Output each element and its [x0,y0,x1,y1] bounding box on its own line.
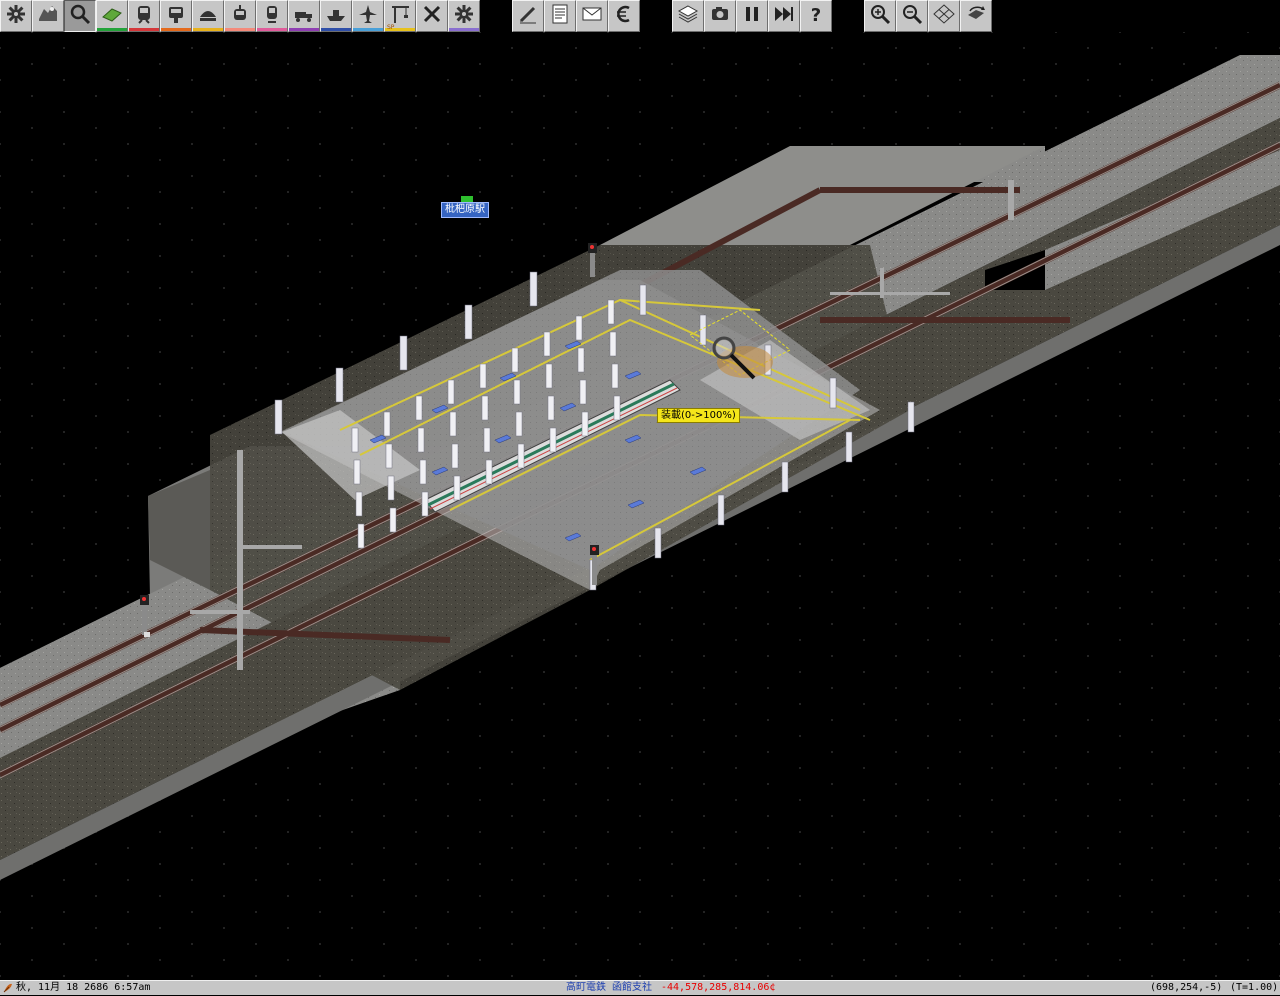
pause-icon [741,3,763,29]
list-tool-button[interactable] [544,0,576,32]
main-toolbar: SP ? [0,0,1280,32]
zoom-in-icon [869,3,891,29]
camera-tool-button[interactable] [704,0,736,32]
close-icon [421,3,443,29]
maglev-tool-button[interactable] [192,0,224,32]
station-name-label[interactable]: 枇杷原駅 [441,202,489,218]
fast-forward-tool-button[interactable] [768,0,800,32]
monorail-tool-button[interactable] [160,0,192,32]
zoom-out-tool-button[interactable] [896,0,928,32]
narrowgauge-tool-button[interactable] [256,0,288,32]
cursor-coordinates: (698,254,-5) [1150,982,1223,993]
truck-tool-button[interactable] [288,0,320,32]
list-icon [549,3,571,29]
edit-tool-button[interactable] [512,0,544,32]
zoom-out-icon [901,3,923,29]
magnifier-tool-button[interactable] [64,0,96,32]
train-icon [133,3,155,29]
euro-tool-button[interactable] [608,0,640,32]
mail-tool-button[interactable] [576,0,608,32]
settings-tool-button[interactable] [448,0,480,32]
category-color-stripe [353,28,383,31]
monorail-icon [165,3,187,29]
layers-icon [677,3,699,29]
category-color-stripe [449,28,479,31]
ship-tool-button[interactable] [320,0,352,32]
company-name: 高町電鉄 函館支社 [566,982,653,993]
tram-icon [229,3,251,29]
toolbar-group-view [864,0,992,32]
gear-tool-button[interactable] [0,0,32,32]
terrain-icon [101,3,123,29]
special-badge: SP [387,24,395,31]
mail-icon [581,3,603,29]
pause-tool-button[interactable] [736,0,768,32]
airplane-tool-button[interactable] [352,0,384,32]
toolbar-group-control: ? [672,0,832,32]
isometric-map[interactable] [0,32,1280,980]
help-tool-button[interactable]: ? [800,0,832,32]
grid-icon [933,3,955,29]
grid-tool-button[interactable] [928,0,960,32]
crane-tool-button[interactable]: SP [384,0,416,32]
terrain-tool-button[interactable] [96,0,128,32]
train-tool-button[interactable] [128,0,160,32]
toolbar-group-build: SP [0,0,480,32]
edit-icon [517,3,539,29]
category-color-stripe [193,28,223,31]
map-tool-button[interactable] [32,0,64,32]
rotate-tool-button[interactable] [960,0,992,32]
game-world-view[interactable]: 枇杷原駅 装載(0->100%) [0,32,1280,980]
euro-icon [613,3,635,29]
airplane-icon [357,3,379,29]
layers-tool-button[interactable] [672,0,704,32]
help-icon: ? [805,3,827,29]
zoom-in-tool-button[interactable] [864,0,896,32]
category-color-stripe [97,28,127,31]
maglev-icon [197,3,219,29]
category-color-stripe [257,28,287,31]
close-tool-button[interactable] [416,0,448,32]
status-bar: 秋, 11月 18 2686 6:57am 高町電鉄 函館支社 -44,578,… [0,980,1280,995]
category-color-stripe [321,28,351,31]
ship-icon [325,3,347,29]
gear-icon [5,3,27,29]
truck-icon [293,3,315,29]
rotate-icon [965,3,987,29]
tram-tool-button[interactable] [224,0,256,32]
time-scale: (T=1.00) [1230,982,1279,993]
magnifier-icon [69,3,91,29]
map-icon [37,3,59,29]
narrowgauge-icon [261,3,283,29]
company-balance: -44,578,285,814.06¢ [661,982,776,993]
game-date: 秋, 11月 18 2686 6:57am [16,982,151,993]
loading-tooltip: 装載(0->100%) [657,408,740,423]
category-color-stripe [161,28,191,31]
settings-icon [453,3,475,29]
fast-forward-icon [773,3,795,29]
camera-icon [709,3,731,29]
category-color-stripe [129,28,159,31]
season-icon [2,981,14,996]
category-color-stripe [225,28,255,31]
category-color-stripe [289,28,319,31]
svg-text:?: ? [811,5,821,25]
toolbar-group-info [512,0,640,32]
